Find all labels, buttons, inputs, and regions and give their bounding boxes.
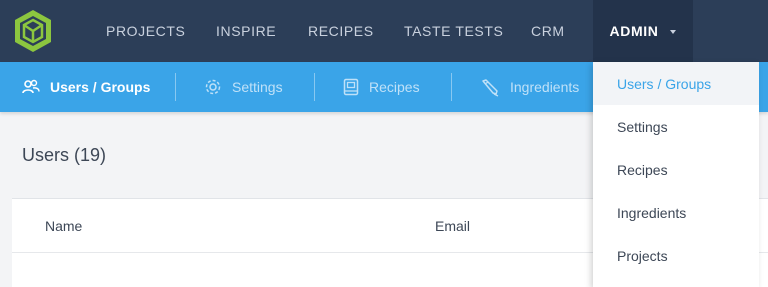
nav-recipes[interactable]: RECIPES bbox=[308, 0, 374, 62]
top-nav-bar: PROJECTS INSPIRE RECIPES TASTE TESTS CRM… bbox=[0, 0, 768, 62]
admin-dropdown-menu: Users / Groups Settings Recipes Ingredie… bbox=[593, 62, 759, 287]
subnav-recipes[interactable]: Recipes bbox=[343, 62, 420, 112]
dropdown-item-settings[interactable]: Settings bbox=[593, 105, 759, 148]
subnav-users-groups[interactable]: Users / Groups bbox=[22, 62, 150, 112]
subnav-recipes-label: Recipes bbox=[369, 79, 420, 95]
subnav-settings-label: Settings bbox=[232, 79, 283, 95]
nav-projects[interactable]: PROJECTS bbox=[106, 0, 185, 62]
dropdown-item-recipes[interactable]: Recipes bbox=[593, 148, 759, 191]
hexagon-cube-logo-icon[interactable] bbox=[12, 8, 54, 54]
subnav-ingredients[interactable]: Ingredients bbox=[480, 62, 579, 112]
subnav-settings[interactable]: Settings bbox=[204, 62, 283, 112]
subnav-users-groups-label: Users / Groups bbox=[50, 79, 151, 95]
nav-admin-label: ADMIN bbox=[609, 23, 659, 39]
nav-inspire[interactable]: INSPIRE bbox=[216, 0, 276, 62]
column-header-name[interactable]: Name bbox=[45, 218, 82, 234]
gear-icon bbox=[205, 79, 221, 95]
dropdown-item-users-groups[interactable]: Users / Groups bbox=[593, 62, 759, 105]
chevron-down-icon bbox=[670, 29, 677, 34]
pencil-icon bbox=[482, 79, 499, 97]
subnav-divider bbox=[451, 73, 452, 101]
nav-admin[interactable]: ADMIN bbox=[593, 0, 693, 62]
book-icon bbox=[343, 78, 359, 96]
dropdown-item-projects[interactable]: Projects bbox=[593, 234, 759, 277]
subnav-divider bbox=[314, 73, 315, 101]
subnav-ingredients-label: Ingredients bbox=[510, 79, 580, 95]
dropdown-item-ingredients[interactable]: Ingredients bbox=[593, 191, 759, 234]
users-icon bbox=[22, 79, 40, 94]
nav-crm[interactable]: CRM bbox=[531, 0, 565, 62]
column-header-email[interactable]: Email bbox=[435, 218, 470, 234]
page-title: Users (19) bbox=[22, 145, 107, 165]
subnav-divider bbox=[175, 73, 176, 101]
nav-taste-tests[interactable]: TASTE TESTS bbox=[404, 0, 503, 62]
